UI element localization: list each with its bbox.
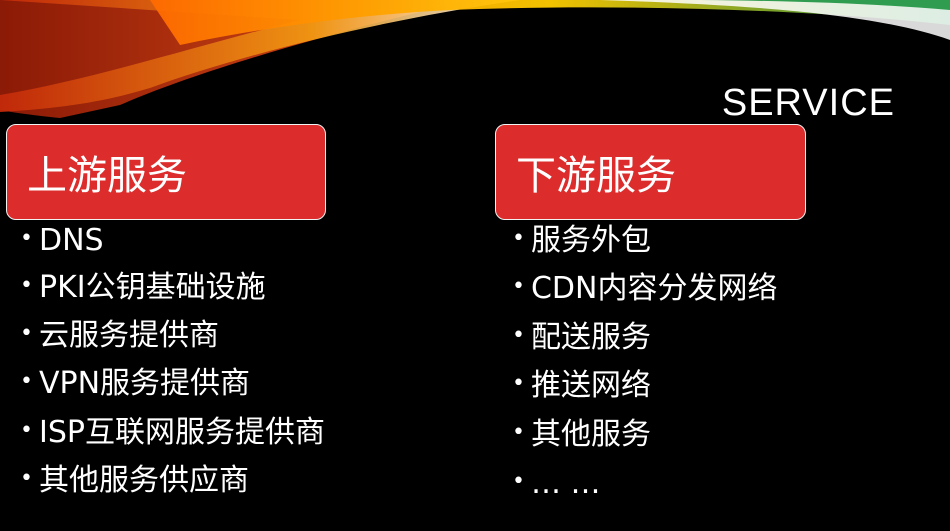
list-item: • PKI公钥基础设施 xyxy=(20,270,266,307)
bullet-icon: • xyxy=(20,320,33,346)
list-item: • 推送网络 xyxy=(512,368,651,405)
bullet-icon: • xyxy=(20,417,33,443)
list-item: • 云服务提供商 xyxy=(20,318,219,355)
bullet-icon: • xyxy=(512,322,525,348)
bullet-icon: • xyxy=(20,225,33,251)
slide-title: SERVICE xyxy=(721,82,895,124)
bullet-icon: • xyxy=(512,225,525,251)
list-item: • DNS xyxy=(20,223,104,260)
list-item: • CDN内容分发网络 xyxy=(512,271,777,308)
bullet-icon: • xyxy=(20,272,33,298)
upstream-heading-box: 上游服务 xyxy=(6,124,326,220)
list-item: • 其他服务供应商 xyxy=(20,463,249,500)
bullet-icon: • xyxy=(512,468,525,494)
list-item: •… … xyxy=(512,466,601,503)
downstream-heading-box: 下游服务 xyxy=(495,124,806,220)
downstream-heading: 下游服务 xyxy=(516,153,676,199)
upstream-heading: 上游服务 xyxy=(27,153,187,199)
list-item: • 服务外包 xyxy=(512,223,651,260)
bullet-icon: • xyxy=(512,419,525,445)
bullet-icon: • xyxy=(20,368,33,394)
list-item: • 配送服务 xyxy=(512,320,651,357)
list-item: • 其他服务 xyxy=(512,417,651,454)
bullet-icon: • xyxy=(512,273,525,299)
bullet-icon: • xyxy=(20,465,33,491)
list-item: • ISP互联网服务提供商 xyxy=(20,415,325,452)
bullet-icon: • xyxy=(512,370,525,396)
list-item: • VPN服务提供商 xyxy=(20,366,250,403)
